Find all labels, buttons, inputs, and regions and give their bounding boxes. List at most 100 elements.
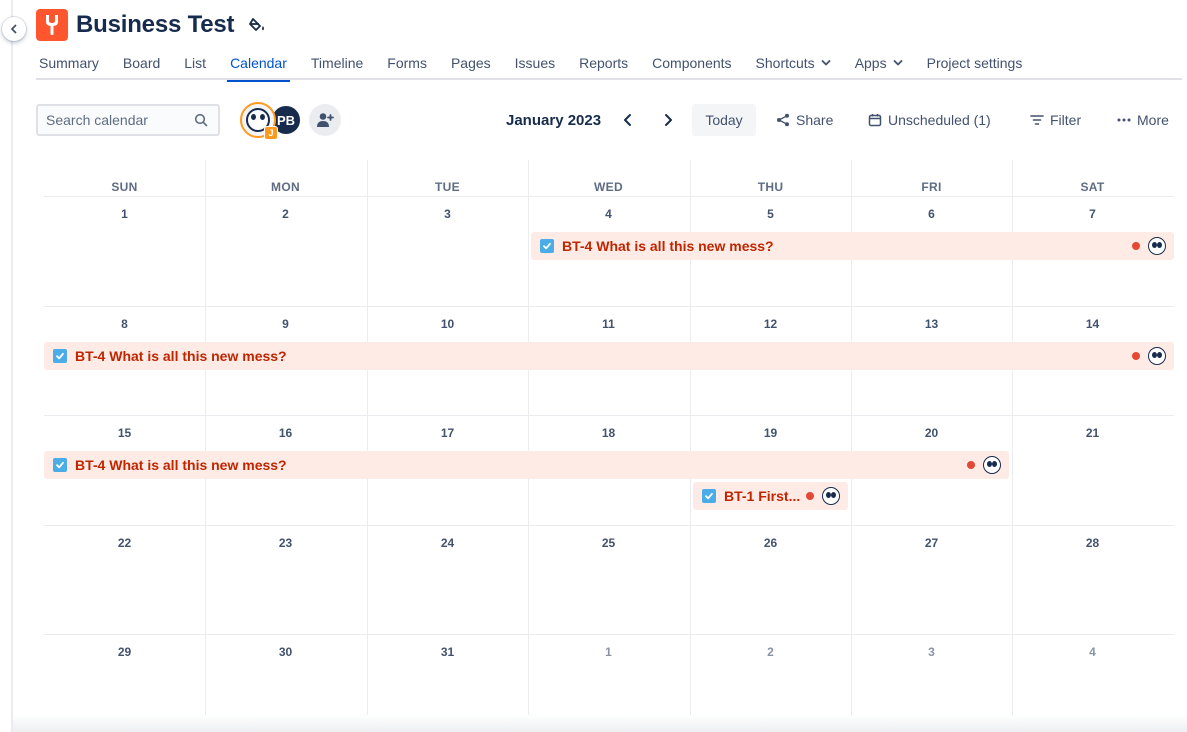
- task-checkbox-icon: [702, 489, 716, 503]
- event-meta: [967, 456, 1001, 474]
- day-number: 3: [928, 645, 935, 659]
- chevron-down-icon: [893, 60, 903, 66]
- day-number: 10: [440, 317, 455, 331]
- unscheduled-label: Unscheduled (1): [888, 112, 991, 128]
- more-button[interactable]: More: [1117, 104, 1169, 136]
- day-number: 18: [601, 426, 616, 440]
- tab-pages[interactable]: Pages: [448, 48, 494, 80]
- day-number: 29: [117, 645, 132, 659]
- left-sidebar-rail: [0, 0, 13, 732]
- day-number: 4: [1089, 645, 1096, 659]
- day-number: 21: [1085, 426, 1100, 440]
- tab-label: Project settings: [926, 55, 1023, 71]
- tab-label: Pages: [450, 55, 491, 71]
- calendar-event[interactable]: BT-4 What is all this new mess?: [44, 342, 1174, 370]
- month-label: January 2023: [506, 112, 602, 129]
- day-number: 28: [1085, 536, 1100, 550]
- event-title: BT-4 What is all this new mess?: [75, 348, 287, 364]
- project-nav-tabs: Summary Board List Calendar Timeline Forms Pag…: [36, 48, 1182, 82]
- previous-month-button[interactable]: [616, 108, 640, 132]
- tab-label: Board: [122, 55, 161, 71]
- avatar-status-badge: J: [264, 126, 278, 140]
- calendar-event[interactable]: BT-4 What is all this new mess?: [531, 232, 1174, 260]
- unscheduled-button[interactable]: Unscheduled (1): [868, 104, 991, 136]
- day-number: 12: [763, 317, 778, 331]
- tab-label: Forms: [387, 55, 427, 71]
- chevron-left-icon: [624, 114, 631, 126]
- tab-shortcuts[interactable]: Shortcuts: [753, 48, 834, 80]
- day-number: 7: [1089, 207, 1096, 221]
- tab-label: Reports: [579, 55, 629, 71]
- assignee-avatar-icon: [1148, 347, 1166, 365]
- paint-bucket-icon[interactable]: [248, 15, 268, 35]
- bottom-shadow: [13, 714, 1187, 732]
- calendar-event[interactable]: BT-4 What is all this new mess?: [44, 451, 1009, 479]
- add-person-icon: [317, 113, 334, 127]
- priority-icon: [1132, 352, 1140, 360]
- search-icon: [194, 113, 208, 127]
- share-label: Share: [796, 112, 834, 128]
- tab-label: Summary: [39, 55, 99, 71]
- day-number: 26: [763, 536, 778, 550]
- day-number: 20: [924, 426, 939, 440]
- avatar-group: J PB: [240, 102, 341, 140]
- next-month-button[interactable]: [656, 108, 680, 132]
- event-meta: [1132, 347, 1166, 365]
- priority-icon: [806, 492, 814, 500]
- tab-label: Calendar: [230, 55, 287, 71]
- search-box[interactable]: [36, 104, 220, 136]
- day-number: 8: [121, 317, 128, 331]
- tab-forms[interactable]: Forms: [384, 48, 430, 80]
- day-number: 27: [924, 536, 939, 550]
- share-button[interactable]: Share: [776, 104, 833, 136]
- calendar-icon: [868, 114, 882, 127]
- event-meta: [806, 487, 840, 505]
- tab-reports[interactable]: Reports: [576, 48, 631, 80]
- tab-components[interactable]: Components: [649, 48, 734, 80]
- task-checkbox-icon: [540, 239, 554, 253]
- day-number: 3: [444, 207, 451, 221]
- tab-label: Apps: [854, 55, 887, 71]
- assignee-avatar-icon: [1148, 237, 1166, 255]
- tab-project-settings[interactable]: Project settings: [924, 48, 1026, 80]
- tab-board[interactable]: Board: [120, 48, 163, 80]
- day-of-week-header: SUN: [111, 180, 138, 194]
- tab-issues[interactable]: Issues: [512, 48, 558, 80]
- day-of-week-header: THU: [757, 180, 784, 194]
- day-of-week-header: SAT: [1080, 180, 1105, 194]
- avatar-jack[interactable]: J: [240, 102, 278, 140]
- event-meta: [1132, 237, 1166, 255]
- tab-list[interactable]: List: [181, 48, 209, 80]
- tab-timeline[interactable]: Timeline: [308, 48, 366, 80]
- filter-button[interactable]: Filter: [1030, 104, 1081, 136]
- day-of-week-header: WED: [594, 180, 623, 194]
- day-number: 17: [440, 426, 455, 440]
- calendar-event[interactable]: BT-1 First...: [693, 482, 848, 510]
- tab-label: Shortcuts: [755, 55, 815, 71]
- day-number: 11: [602, 317, 615, 331]
- day-of-week-header: MON: [271, 180, 300, 194]
- today-button[interactable]: Today: [692, 104, 756, 136]
- day-number: 31: [440, 645, 455, 659]
- chevron-down-icon: [821, 60, 831, 66]
- tab-calendar[interactable]: Calendar: [227, 48, 290, 82]
- add-people-button[interactable]: [309, 104, 341, 136]
- day-number: 13: [924, 317, 939, 331]
- tab-summary[interactable]: Summary: [36, 48, 102, 80]
- collapse-sidebar-button[interactable]: [2, 17, 26, 41]
- tab-apps[interactable]: Apps: [852, 48, 906, 80]
- day-number: 2: [767, 645, 774, 659]
- day-of-week-header: TUE: [435, 180, 460, 194]
- filter-label: Filter: [1050, 112, 1082, 128]
- chevron-left-icon: [11, 24, 17, 34]
- calendar-toolbar: J PB January 2023 Today Share Unschedule…: [36, 102, 1182, 140]
- priority-icon: [1132, 242, 1140, 250]
- search-calendar-input[interactable]: [46, 112, 186, 128]
- assignee-avatar-icon: [983, 456, 1001, 474]
- day-number: 14: [1085, 317, 1100, 331]
- project-title: Business Test: [76, 11, 235, 38]
- project-logo-icon[interactable]: [36, 9, 68, 41]
- day-number: 5: [767, 207, 774, 221]
- event-title: BT-1 First...: [724, 488, 801, 504]
- tab-label: Issues: [514, 55, 556, 71]
